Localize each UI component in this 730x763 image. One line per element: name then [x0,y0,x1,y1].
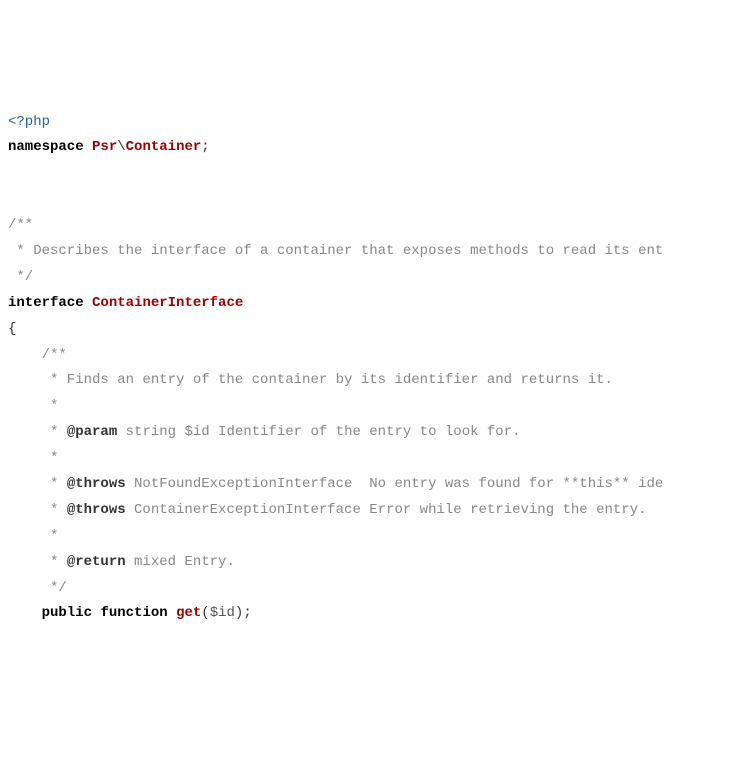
param-rest: string $id Identifier of the entry to lo… [117,424,520,440]
namespace-psr: Psr [92,139,117,155]
method-doc-throws2-pre: * [8,502,67,518]
namespace-separator: \ [117,139,125,155]
method-doc-star2: * [8,450,58,466]
param-tag: @param [67,424,117,440]
namespace-keyword: namespace [8,139,84,155]
paren-close: ) [235,605,243,621]
method-doc-return-pre: * [8,554,67,570]
interface-keyword: interface [8,295,84,311]
semicolon: ; [201,139,209,155]
method-docblock-open: /** [8,347,67,363]
interface-name: ContainerInterface [92,295,243,311]
throws-tag2: @throws [67,502,126,518]
paren-open: ( [201,605,209,621]
namespace-container: Container [126,139,202,155]
docblock-open: /** [8,217,33,233]
throws2-rest: ContainerExceptionInterface Error while … [126,502,647,518]
return-rest: mixed Entry. [126,554,235,570]
method-doc-param-pre: * [8,424,67,440]
method-indent [8,605,42,621]
function-keyword: function [100,605,167,621]
throws-tag1: @throws [67,476,126,492]
method-doc-line1: * Finds an entry of the container by its… [8,372,613,388]
method-docblock-close: */ [8,580,67,596]
docblock-close: */ [8,269,33,285]
php-open-tag: <?php [8,114,50,130]
method-doc-star1: * [8,398,58,414]
method-param-var: $id [210,605,235,621]
method-doc-throws1-pre: * [8,476,67,492]
throws1-rest: NotFoundExceptionInterface No entry was … [126,476,664,492]
brace-open: { [8,321,16,337]
method-name: get [176,605,201,621]
method-doc-star3: * [8,528,58,544]
public-keyword: public [42,605,92,621]
method-semicolon: ; [243,605,251,621]
docblock-desc: * Describes the interface of a container… [8,243,663,259]
return-tag: @return [67,554,126,570]
code-block: <?php namespace Psr\Container; /** * Des… [8,110,722,628]
